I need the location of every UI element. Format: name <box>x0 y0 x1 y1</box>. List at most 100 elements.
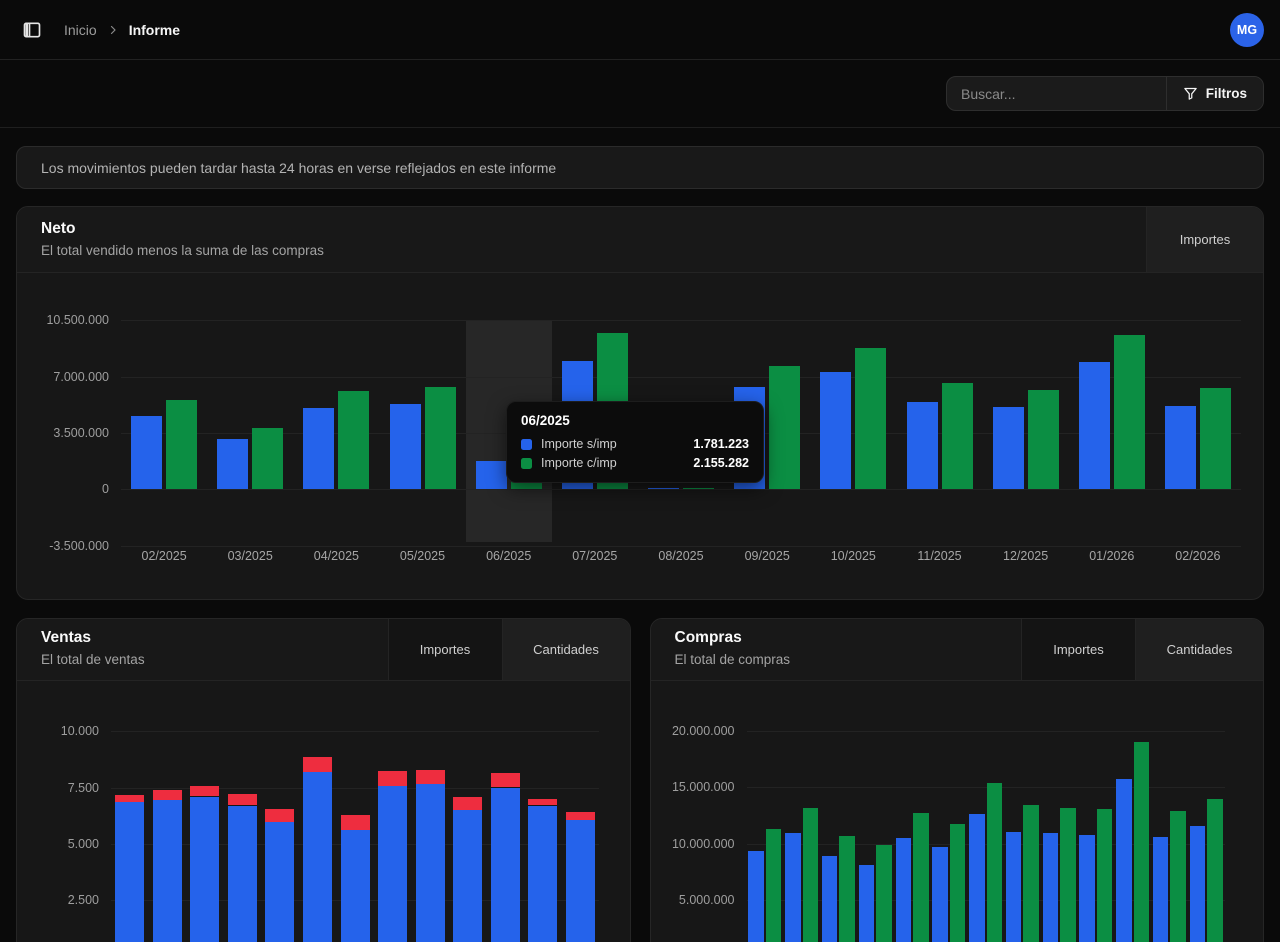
tab-importes[interactable]: Importes <box>1146 207 1263 272</box>
bar[interactable] <box>528 799 557 806</box>
neto-title: Neto <box>41 220 1122 238</box>
filters-button[interactable]: Filtros <box>1166 77 1263 110</box>
breadcrumb: Inicio Informe <box>64 22 180 38</box>
avatar[interactable]: MG <box>1230 13 1264 47</box>
ventas-card: Ventas El total de ventas ImportesCantid… <box>16 618 631 942</box>
bar[interactable] <box>1165 406 1196 490</box>
bar[interactable] <box>1006 832 1022 942</box>
bar[interactable] <box>252 428 283 489</box>
bar[interactable] <box>822 856 838 942</box>
bar[interactable] <box>378 771 407 787</box>
x-axis-label: 06/2025 <box>466 549 552 563</box>
bottom-cards-row: Ventas El total de ventas ImportesCantid… <box>16 618 1264 942</box>
bar[interactable] <box>1097 809 1113 942</box>
x-axis-label: 04/2025 <box>293 549 379 563</box>
bar[interactable] <box>1114 335 1145 489</box>
bar[interactable] <box>1060 808 1076 942</box>
y-axis-label: 7.500 <box>17 781 99 795</box>
main-content: Los movimientos pueden tardar hasta 24 h… <box>0 128 1280 942</box>
bar[interactable] <box>153 800 182 942</box>
bar[interactable] <box>566 820 595 942</box>
tab-importes[interactable]: Importes <box>1021 619 1135 680</box>
bar[interactable] <box>341 815 370 831</box>
bar[interactable] <box>1023 805 1039 942</box>
panel-left-icon <box>22 20 42 40</box>
ventas-subtitle: El total de ventas <box>41 652 364 667</box>
bar[interactable] <box>491 788 520 942</box>
bar[interactable] <box>190 786 219 796</box>
bar[interactable] <box>491 773 520 788</box>
bar[interactable] <box>942 383 973 489</box>
bar[interactable] <box>1190 826 1206 942</box>
breadcrumb-inicio[interactable]: Inicio <box>64 22 97 38</box>
bar[interactable] <box>453 810 482 942</box>
bar[interactable] <box>648 488 679 490</box>
bar[interactable] <box>1153 837 1169 942</box>
x-axis-label: 11/2025 <box>897 549 983 563</box>
bar[interactable] <box>338 391 369 489</box>
bar[interactable] <box>416 770 445 785</box>
bar[interactable] <box>153 790 182 800</box>
bar[interactable] <box>820 372 851 489</box>
bar[interactable] <box>803 808 819 942</box>
bar[interactable] <box>1043 833 1059 942</box>
tab-cantidades[interactable]: Cantidades <box>502 619 630 680</box>
compras-subtitle: El total de compras <box>675 652 998 667</box>
bar[interactable] <box>1170 811 1186 942</box>
bar[interactable] <box>265 809 294 823</box>
bar[interactable] <box>1200 388 1231 489</box>
bar[interactable] <box>1028 390 1059 490</box>
bar[interactable] <box>390 404 421 489</box>
tooltip-value: 1.781.223 <box>693 437 749 451</box>
tab-importes[interactable]: Importes <box>388 619 502 680</box>
bar[interactable] <box>1079 835 1095 942</box>
bar[interactable] <box>115 802 144 942</box>
bar[interactable] <box>265 822 294 942</box>
bar[interactable] <box>907 402 938 489</box>
bar[interactable] <box>190 797 219 942</box>
bar[interactable] <box>769 366 800 489</box>
bar[interactable] <box>969 814 985 942</box>
bar[interactable] <box>1079 362 1110 489</box>
bar[interactable] <box>528 806 557 942</box>
bar[interactable] <box>950 824 966 942</box>
bar[interactable] <box>115 795 144 802</box>
bar[interactable] <box>453 797 482 811</box>
bar[interactable] <box>993 407 1024 489</box>
bar[interactable] <box>876 845 892 942</box>
bar[interactable] <box>913 813 929 942</box>
ventas-card-titles: Ventas El total de ventas <box>17 619 388 680</box>
y-axis-label: 10.500.000 <box>17 313 109 327</box>
bar[interactable] <box>303 408 334 489</box>
bar[interactable] <box>131 416 162 489</box>
bar[interactable] <box>303 772 332 942</box>
bar[interactable] <box>683 488 714 490</box>
bar[interactable] <box>476 461 507 490</box>
bar[interactable] <box>228 806 257 942</box>
search-input[interactable] <box>947 77 1166 110</box>
bar[interactable] <box>839 836 855 942</box>
bar[interactable] <box>859 865 875 942</box>
bar[interactable] <box>341 830 370 942</box>
bar[interactable] <box>1116 779 1132 942</box>
bar[interactable] <box>166 400 197 490</box>
bar[interactable] <box>378 786 407 942</box>
bar[interactable] <box>1207 799 1223 942</box>
tab-cantidades[interactable]: Cantidades <box>1135 619 1263 680</box>
bar[interactable] <box>303 757 332 772</box>
sidebar-toggle-button[interactable] <box>16 14 48 46</box>
bar[interactable] <box>855 348 886 490</box>
bar[interactable] <box>748 851 764 942</box>
bar[interactable] <box>425 387 456 490</box>
bar[interactable] <box>932 847 948 942</box>
bar[interactable] <box>566 812 595 820</box>
bar[interactable] <box>1134 742 1150 942</box>
bar[interactable] <box>217 439 248 490</box>
bar[interactable] <box>785 833 801 942</box>
bar[interactable] <box>987 783 1003 942</box>
bar[interactable] <box>896 838 912 942</box>
bar[interactable] <box>766 829 782 942</box>
bar[interactable] <box>228 794 257 805</box>
compras-tabs: ImportesCantidades <box>1021 619 1263 680</box>
bar[interactable] <box>416 784 445 942</box>
